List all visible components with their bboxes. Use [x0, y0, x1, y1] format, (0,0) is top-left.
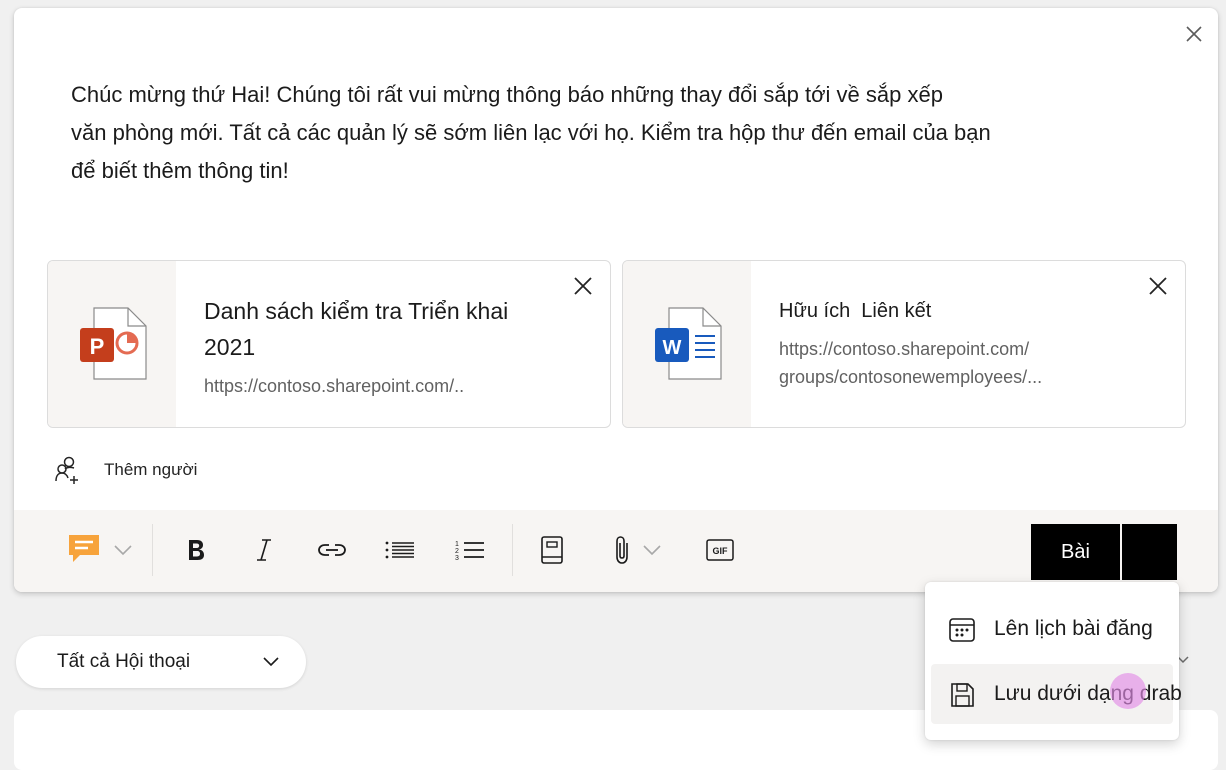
message-line: để biết thêm thông tin! — [71, 158, 289, 183]
svg-text:1: 1 — [455, 541, 459, 548]
praise-icon — [69, 535, 99, 562]
gif-icon: GIF — [706, 539, 734, 561]
chevron-down-icon — [263, 657, 279, 667]
add-people-button[interactable]: Thêm người — [54, 454, 197, 486]
svg-text:W: W — [663, 337, 682, 359]
post-options-button[interactable] — [1122, 524, 1177, 580]
attachment-url: https://contoso.sharepoint.com/ groups/c… — [779, 335, 1042, 391]
close-icon[interactable] — [1184, 24, 1204, 44]
composer-toolbar: 1 2 3 GIF Bài — [14, 510, 1218, 592]
svg-text:P: P — [90, 334, 105, 359]
url-line: groups/contosonewemployees/... — [779, 367, 1043, 387]
svg-text:2: 2 — [455, 548, 459, 555]
cursor-highlight — [1110, 673, 1146, 709]
attachment-title: Danh sách kiểm tra Triển khai 2021 — [204, 293, 508, 365]
toolbar-divider — [512, 524, 513, 576]
word-file-icon: W — [655, 307, 722, 380]
attachment-thumbnail: W — [623, 261, 751, 427]
svg-text:3: 3 — [455, 555, 459, 561]
menu-item-label: Lên lịch bài đăng — [994, 617, 1153, 640]
post-button[interactable]: Bài — [1031, 524, 1120, 580]
book-icon — [541, 536, 563, 564]
menu-item-label: Lưu dưới dạng drab — [994, 682, 1182, 705]
numbered-list-icon: 1 2 3 — [455, 541, 484, 561]
title-line: 2021 — [204, 334, 256, 360]
save-icon — [951, 683, 974, 707]
calendar-icon — [949, 618, 975, 642]
add-people-label: Thêm người — [104, 460, 198, 479]
bold-icon — [189, 540, 204, 560]
url-line: https://contoso.sharepoint.com/ — [779, 339, 1030, 359]
attachment-thumbnail: P — [48, 261, 176, 427]
chevron-down-icon — [114, 545, 132, 556]
link-icon — [318, 544, 346, 556]
numbered-list-button[interactable]: 1 2 3 — [450, 530, 490, 570]
message-body[interactable]: Chúc mừng thứ Hai! Chúng tôi rất vui mừn… — [71, 76, 1131, 190]
attachment-title: Hữu ích Liên kết — [779, 293, 931, 329]
chevron-down-icon — [643, 545, 661, 556]
url-line: https://contoso.sharepoint.com/.. — [204, 376, 465, 396]
attachment-card-powerpoint[interactable]: P Danh sách kiểm tra Triển khai 2021 htt… — [47, 260, 611, 428]
post-composer: Chúc mừng thứ Hai! Chúng tôi rất vui mừn… — [14, 8, 1218, 592]
attach-button[interactable] — [606, 530, 670, 570]
insert-file-button[interactable] — [532, 530, 572, 570]
message-line: văn phòng mới. Tất cả các quản lý sẽ sớm… — [71, 120, 991, 145]
remove-attachment-icon[interactable] — [572, 275, 594, 297]
title-line: Hữu ích Liên kết — [779, 300, 932, 322]
italic-icon — [257, 539, 271, 561]
paperclip-icon — [616, 536, 628, 564]
attachment-card-link[interactable]: W Hữu ích Liên kết https://contoso.share… — [622, 260, 1186, 428]
bold-button[interactable] — [176, 530, 216, 570]
post-options-menu: Lên lịch bài đăng Lưu dưới dạng drab — [925, 582, 1182, 740]
attachment-url: https://contoso.sharepoint.com/.. — [204, 372, 464, 400]
message-type-picker[interactable] — [64, 530, 136, 570]
message-line: Chúc mừng thứ Hai! Chúng tôi rất vui mừn… — [71, 82, 943, 107]
link-button[interactable] — [312, 530, 352, 570]
menu-item-schedule-post[interactable]: Lên lịch bài đăng — [931, 599, 1173, 659]
italic-button[interactable] — [244, 530, 284, 570]
bulleted-list-icon — [385, 541, 414, 559]
title-line: Danh sách kiểm tra Triển khai — [204, 298, 509, 324]
gif-button[interactable]: GIF — [700, 530, 740, 570]
filter-label: Tất cả Hội thoại — [57, 651, 191, 672]
toolbar-divider — [152, 524, 153, 576]
powerpoint-file-icon: P — [80, 307, 147, 380]
add-people-icon — [55, 456, 78, 484]
remove-attachment-icon[interactable] — [1147, 275, 1169, 297]
svg-text:GIF: GIF — [713, 546, 729, 556]
conversation-filter-dropdown[interactable]: Tất cả Hội thoại — [16, 636, 306, 688]
bulleted-list-button[interactable] — [380, 530, 420, 570]
